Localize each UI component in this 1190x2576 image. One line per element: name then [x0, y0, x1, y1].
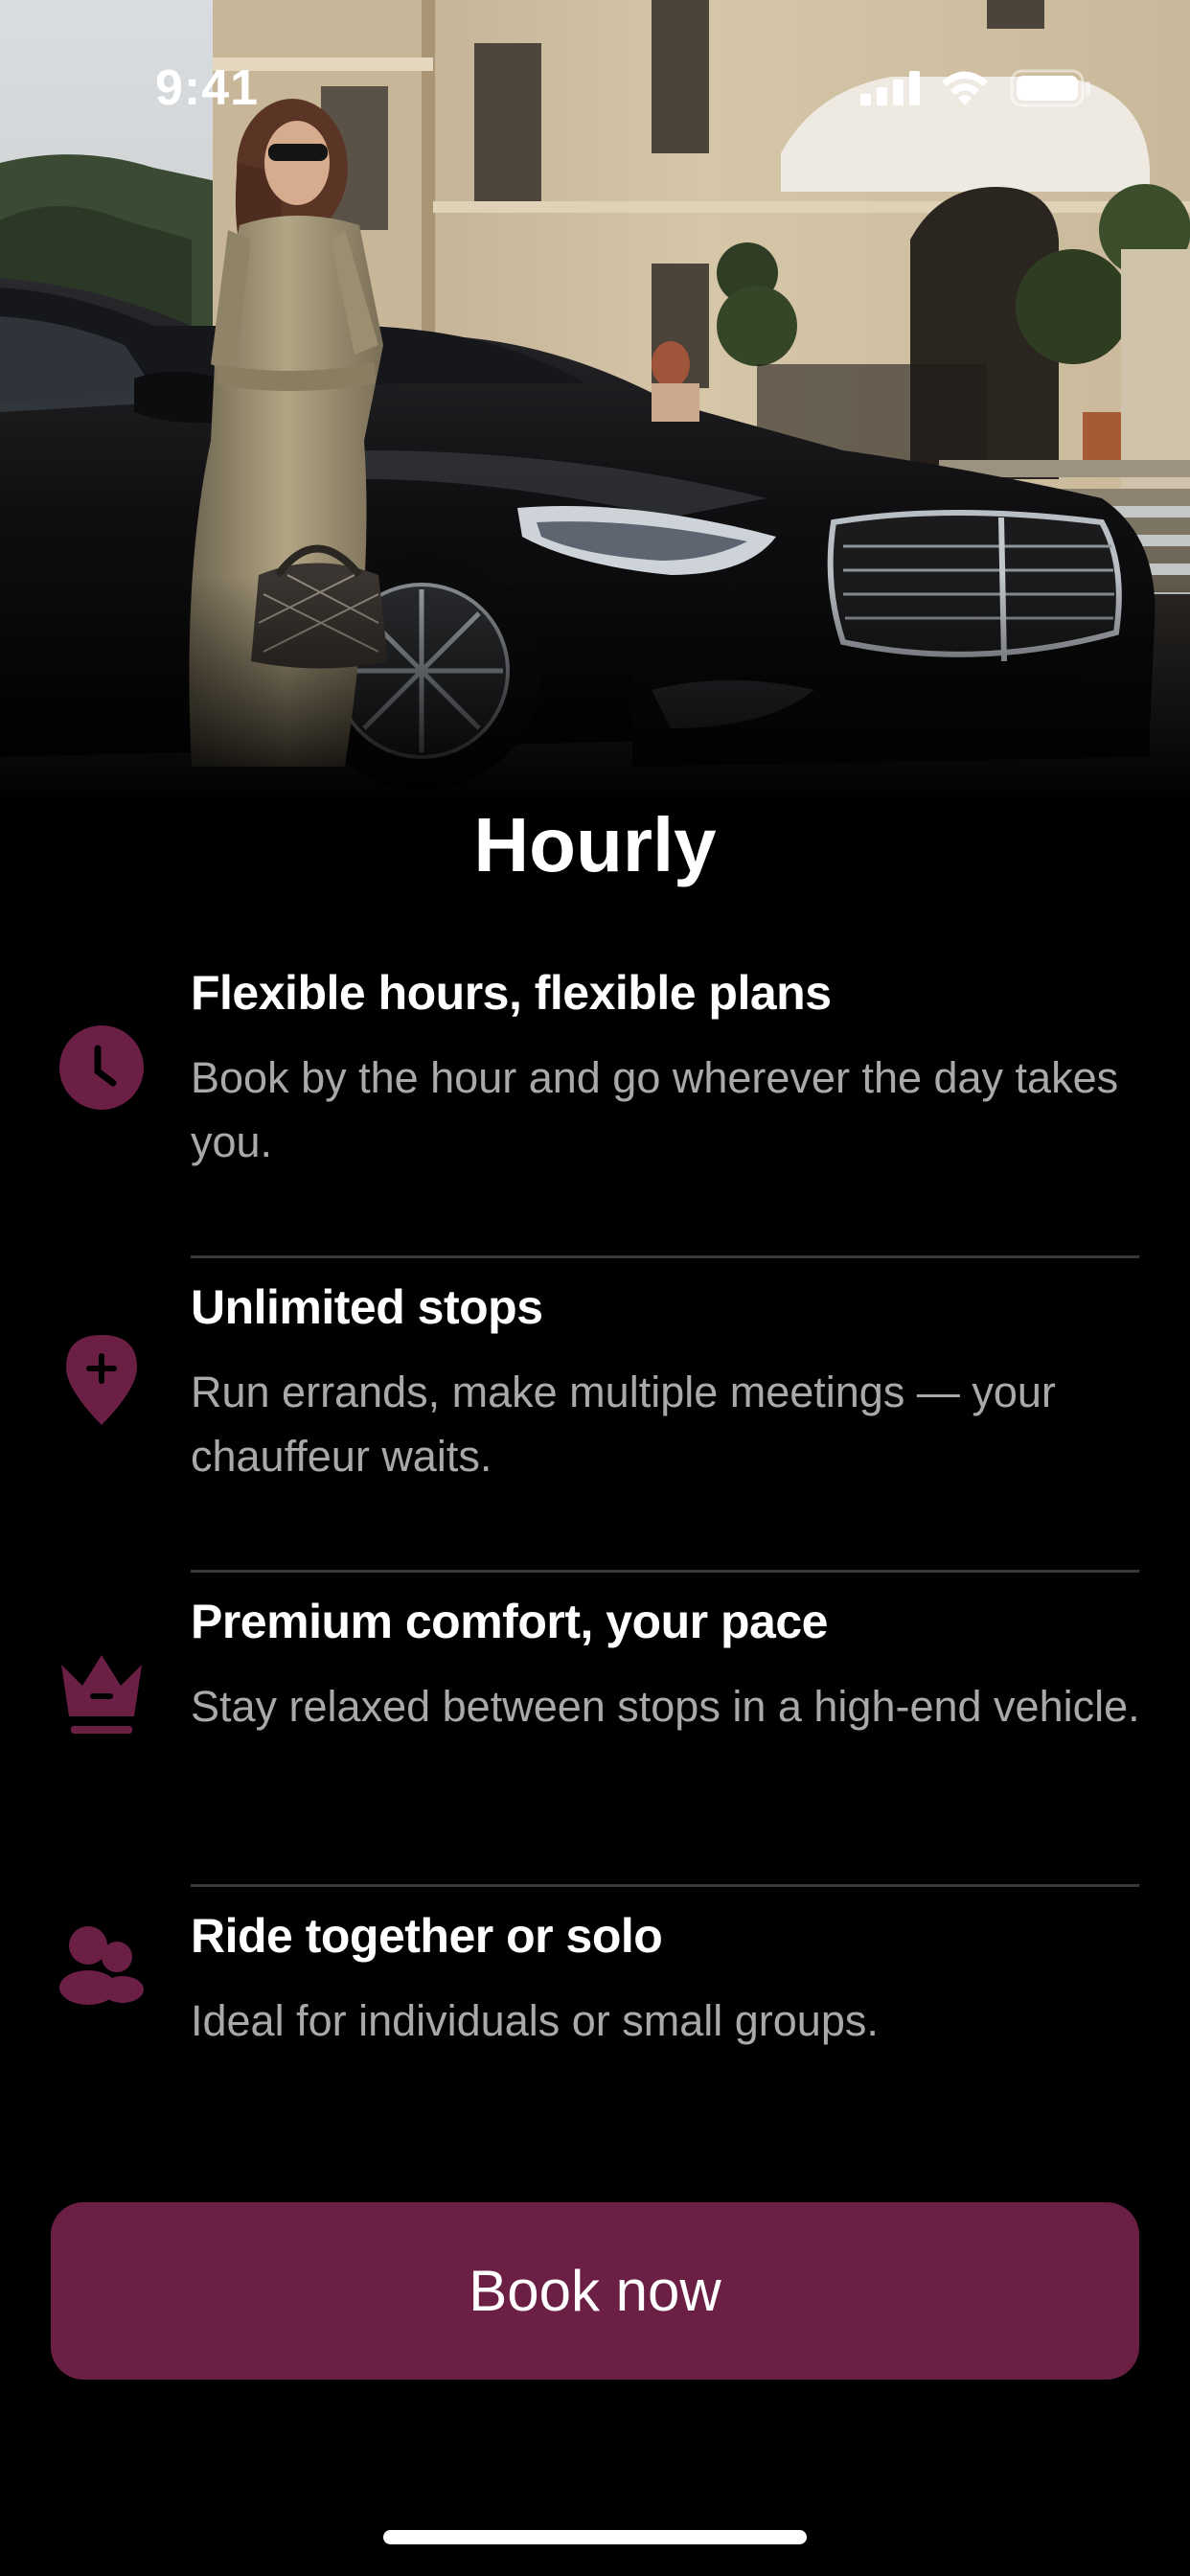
users-icon: [57, 1920, 146, 2009]
status-bar: 9:41: [0, 0, 1190, 182]
feature-title: Flexible hours, flexible plans: [191, 966, 832, 1020]
status-time: 9:41: [155, 60, 260, 116]
clock-icon: [57, 1024, 146, 1112]
feature-title: Ride together or solo: [191, 1909, 663, 1963]
feature-list: Flexible hours, flexible plans Book by t…: [0, 944, 1190, 2201]
crown-icon: [57, 1649, 146, 1737]
feature-description: Run errands, make multiple meetings — yo…: [191, 1368, 1056, 1481]
feature-description: Stay relaxed between stops in a high-end…: [191, 1682, 1140, 1731]
wifi-icon: [939, 69, 991, 112]
feature-description: Book by the hour and go wherever the day…: [191, 1053, 1119, 1166]
feature-description: Ideal for individuals or small groups.: [191, 1996, 879, 2045]
feature-item-flexible-hours: Flexible hours, flexible plans Book by t…: [0, 944, 1190, 1258]
cellular-signal-icon: [860, 71, 920, 110]
feature-item-premium-comfort: Premium comfort, your pace Stay relaxed …: [0, 1573, 1190, 1887]
location-plus-icon: [57, 1335, 146, 1425]
status-icons: [860, 69, 1092, 112]
book-now-button[interactable]: Book now: [51, 2202, 1139, 2380]
feature-item-unlimited-stops: Unlimited stops Run errands, make multip…: [0, 1258, 1190, 1573]
page-title: Hourly: [473, 802, 717, 887]
feature-title: Unlimited stops: [191, 1280, 543, 1334]
home-indicator[interactable]: [383, 2530, 807, 2544]
feature-item-ride-together: Ride together or solo Ideal for individu…: [0, 1887, 1190, 2201]
battery-icon: [1010, 69, 1092, 112]
feature-title: Premium comfort, your pace: [191, 1595, 828, 1648]
